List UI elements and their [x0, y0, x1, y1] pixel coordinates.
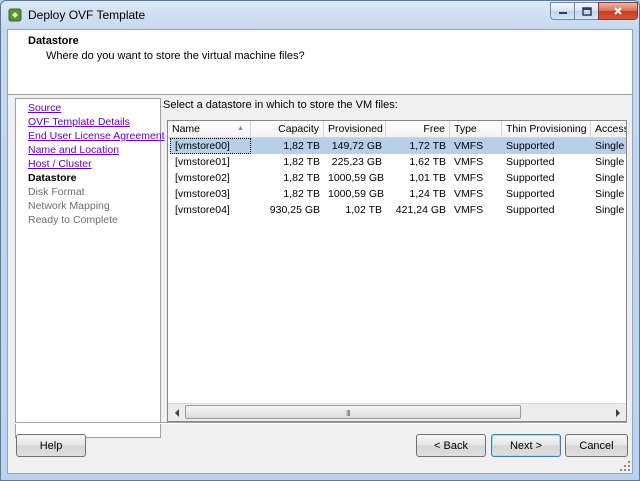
cancel-button[interactable]: Cancel	[565, 434, 628, 457]
cell-provisioned: 149,72 GB	[331, 140, 382, 152]
cell-access: Single	[595, 204, 625, 216]
cell-provisioned: 1,02 TB	[345, 204, 382, 216]
cell-thin-provisioning: Supported	[506, 156, 555, 168]
cell-name: [vmstore03]	[175, 188, 230, 200]
maximize-button[interactable]	[574, 2, 599, 20]
sort-ascending-icon: ▲	[237, 125, 244, 132]
cell-capacity: 930,25 GB	[269, 204, 320, 216]
table-header: Name ▲ Capacity Provisioned Free Type Th…	[168, 121, 626, 138]
table-row[interactable]: [vmstore03] 1,82 TB 1000,59 GB 1,24 TB V…	[170, 186, 626, 202]
cell-free: 421,24 GB	[395, 204, 446, 216]
deploy-ovf-window: Deploy OVF Template Datastore Where do y…	[0, 0, 640, 481]
cell-free: 1,62 TB	[409, 156, 446, 168]
scroll-left-button[interactable]	[168, 404, 185, 421]
step-network-mapping: Network Mapping	[28, 200, 110, 212]
close-button[interactable]	[598, 2, 638, 20]
cell-capacity: 1,82 TB	[283, 172, 320, 184]
cell-capacity: 1,82 TB	[283, 188, 320, 200]
cell-type: VMFS	[454, 172, 484, 184]
cell-provisioned: 225,23 GB	[331, 156, 382, 168]
step-eula[interactable]: End User License Agreement	[28, 130, 165, 142]
resize-grip-icon[interactable]	[620, 461, 630, 471]
wizard-body: Datastore Where do you want to store the…	[7, 29, 633, 474]
wizard-steps: Source OVF Template Details End User Lic…	[15, 98, 165, 438]
cell-access: Single	[595, 172, 625, 184]
wizard-header: Datastore Where do you want to store the…	[8, 30, 632, 95]
datastore-table[interactable]: Name ▲ Capacity Provisioned Free Type Th…	[167, 120, 627, 422]
cell-free: 1,72 TB	[409, 140, 446, 152]
cell-capacity: 1,82 TB	[283, 156, 320, 168]
column-header-name[interactable]: Name ▲	[168, 121, 251, 137]
footer-divider	[15, 422, 627, 424]
cell-access: Single	[595, 140, 625, 152]
chevron-left-icon	[174, 408, 179, 417]
column-header-free[interactable]: Free	[386, 121, 450, 137]
cell-provisioned: 1000,59 GB	[328, 188, 385, 200]
title-bar[interactable]: Deploy OVF Template	[1, 1, 639, 29]
column-header-label: Name	[172, 123, 201, 135]
cell-provisioned: 1000,59 GB	[328, 172, 385, 184]
column-header-thin-provisioning[interactable]: Thin Provisioning	[502, 121, 591, 137]
step-source[interactable]: Source	[28, 102, 61, 114]
column-header-provisioned[interactable]: Provisioned	[324, 121, 386, 137]
cell-access: Single	[595, 188, 625, 200]
cell-capacity: 1,82 TB	[283, 140, 320, 152]
step-ovf-template-details[interactable]: OVF Template Details	[28, 116, 130, 128]
help-button[interactable]: Help	[16, 434, 86, 457]
next-button[interactable]: Next >	[491, 434, 561, 457]
window-title: Deploy OVF Template	[28, 8, 146, 22]
cell-access: Single	[595, 156, 625, 168]
step-datastore: Datastore	[28, 172, 77, 184]
page-title: Datastore	[28, 35, 79, 47]
table-row[interactable]: [vmstore04] 930,25 GB 1,02 TB 421,24 GB …	[170, 202, 626, 218]
cell-name: [vmstore01]	[175, 156, 230, 168]
cell-name: [vmstore02]	[175, 172, 230, 184]
table-row[interactable]: [vmstore02] 1,82 TB 1000,59 GB 1,01 TB V…	[170, 170, 626, 186]
column-header-capacity[interactable]: Capacity	[251, 121, 324, 137]
column-header-type[interactable]: Type	[450, 121, 502, 137]
scroll-grip-icon: III	[346, 409, 351, 418]
scroll-thumb[interactable]: III	[185, 405, 521, 419]
back-button[interactable]: < Back	[416, 434, 486, 457]
minimize-icon	[558, 12, 567, 14]
cell-type: VMFS	[454, 204, 484, 216]
cell-name: [vmstore00]	[175, 140, 230, 152]
table-row[interactable]: [vmstore00] 1,82 TB 149,72 GB 1,72 TB VM…	[170, 138, 626, 154]
cell-thin-provisioning: Supported	[506, 188, 555, 200]
cell-thin-provisioning: Supported	[506, 140, 555, 152]
cell-type: VMFS	[454, 188, 484, 200]
step-name-and-location[interactable]: Name and Location	[28, 144, 119, 156]
cell-free: 1,24 TB	[409, 188, 446, 200]
column-header-access[interactable]: Access	[591, 121, 626, 137]
page-subtitle: Where do you want to store the virtual m…	[46, 50, 305, 62]
table-row[interactable]: [vmstore01] 1,82 TB 225,23 GB 1,62 TB VM…	[170, 154, 626, 170]
step-disk-format: Disk Format	[28, 186, 85, 198]
cell-thin-provisioning: Supported	[506, 204, 555, 216]
minimize-button[interactable]	[550, 2, 575, 20]
cell-name: [vmstore04]	[175, 204, 230, 216]
chevron-right-icon	[615, 408, 620, 417]
datastore-prompt: Select a datastore in which to store the…	[163, 99, 398, 111]
cell-free: 1,01 TB	[409, 172, 446, 184]
cell-type: VMFS	[454, 156, 484, 168]
horizontal-scrollbar[interactable]: III	[168, 403, 626, 421]
step-ready-to-complete: Ready to Complete	[28, 214, 118, 226]
scroll-right-button[interactable]	[609, 404, 626, 421]
maximize-icon	[581, 6, 592, 16]
step-host-cluster[interactable]: Host / Cluster	[28, 158, 92, 170]
cell-type: VMFS	[454, 140, 484, 152]
app-icon	[8, 8, 22, 22]
cell-thin-provisioning: Supported	[506, 172, 555, 184]
close-icon	[614, 7, 622, 15]
